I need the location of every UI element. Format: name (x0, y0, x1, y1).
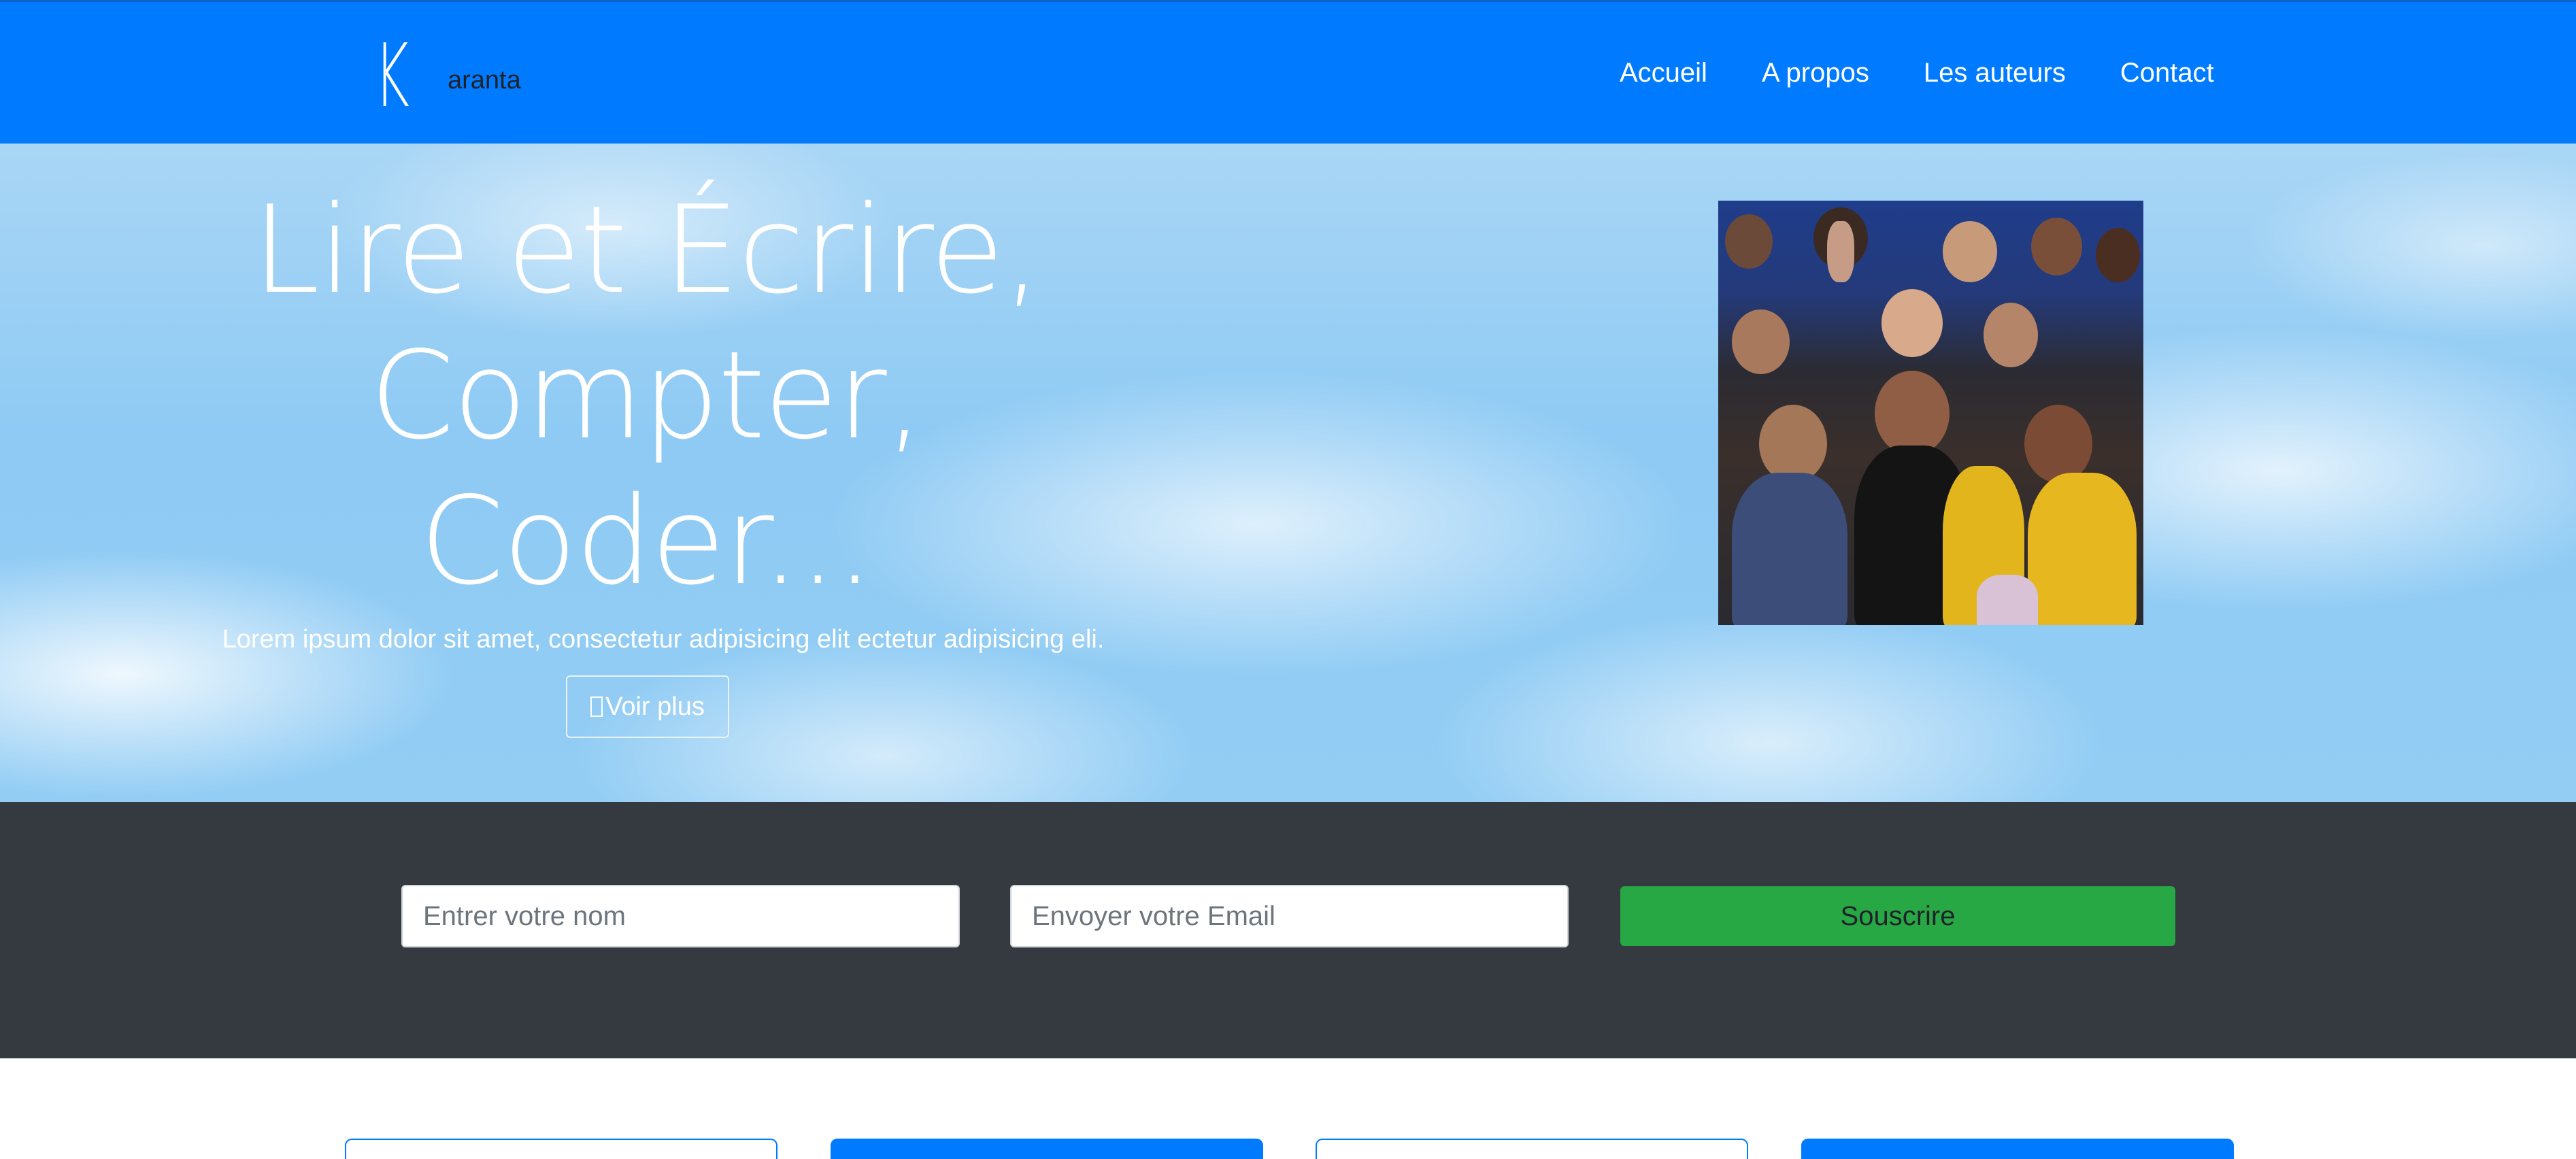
hero-title-line: Compter, (369, 325, 924, 466)
card-outline (1316, 1139, 1748, 1159)
subscribe-section: Souscrire (0, 802, 2576, 1058)
hero-title: Lire et Écrire, Compter, Coder... (238, 178, 1054, 614)
nav-link-contact[interactable]: Contact (2120, 58, 2214, 88)
navbar: K aranta Accueil A propos Les auteurs Co… (0, 0, 2576, 144)
broken-glyph-icon (590, 696, 603, 717)
card-filled (1801, 1139, 2234, 1159)
card-filled (831, 1139, 1263, 1159)
hero-description: Lorem ipsum dolor sit amet, consectetur … (222, 625, 1105, 654)
main-nav: Accueil A propos Les auteurs Contact (1620, 58, 2214, 88)
voir-plus-button[interactable]: Voir plus (566, 675, 729, 738)
email-input[interactable] (1010, 885, 1569, 947)
nav-link-a-propos[interactable]: A propos (1762, 58, 1869, 88)
brand-letter: K (374, 26, 410, 127)
nav-link-accueil[interactable]: Accueil (1620, 58, 1707, 88)
souscrire-button[interactable]: Souscrire (1620, 886, 2175, 946)
brand-name: aranta (448, 65, 521, 95)
hero-section: Lire et Écrire, Compter, Coder... Lorem … (0, 144, 2576, 802)
nav-link-les-auteurs[interactable]: Les auteurs (1924, 58, 2066, 88)
brand-logo[interactable]: K aranta (374, 26, 521, 127)
name-input[interactable] (401, 885, 960, 947)
card-outline (345, 1139, 777, 1159)
voir-plus-label: Voir plus (605, 692, 705, 721)
hero-photo-children (1718, 201, 2143, 625)
hero-title-line: Lire et Écrire, (252, 180, 1041, 320)
hero-title-line: Coder... (419, 471, 874, 611)
cards-section (0, 1058, 2576, 1159)
